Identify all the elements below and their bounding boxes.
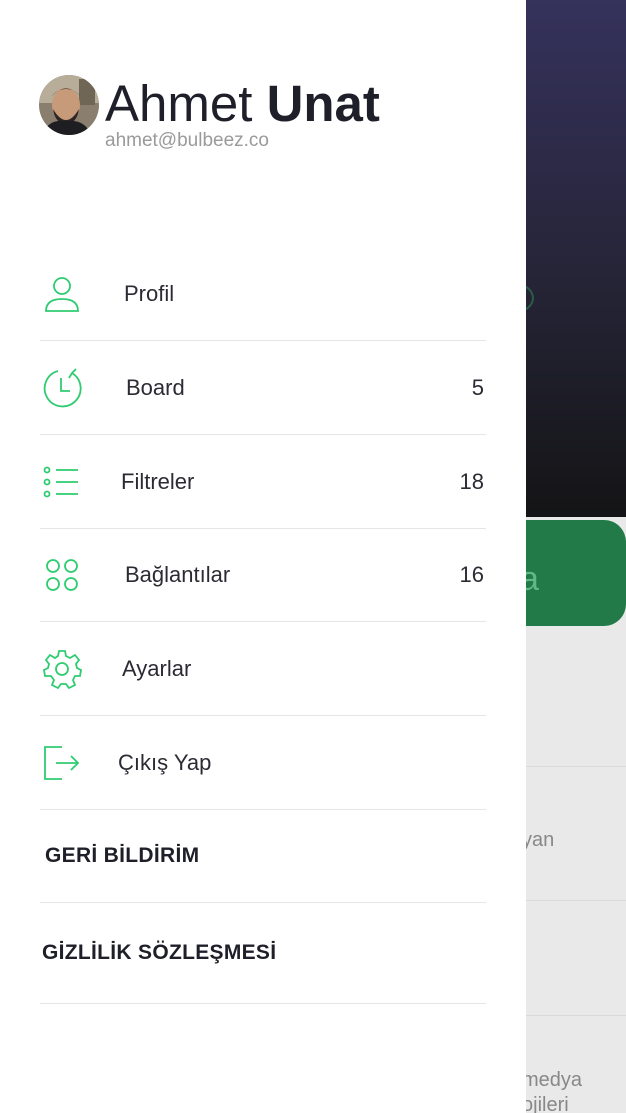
history-clock-icon <box>40 366 84 410</box>
menu-item-label: Profil <box>124 280 175 306</box>
user-last-name: Unat <box>266 75 380 132</box>
menu-item-filters[interactable]: Filtreler 18 <box>40 435 486 529</box>
menu-item-label: Filtreler <box>121 468 195 494</box>
privacy-policy-link[interactable]: GİZLİLİK SÖZLEŞMESİ <box>40 903 486 1004</box>
menu-item-connections[interactable]: Bağlantılar 16 <box>40 528 486 622</box>
background-screen: a yan medya ojileri <box>526 0 626 1113</box>
feedback-label: GERİ BİLDİRİM <box>45 844 200 867</box>
menu-item-logout[interactable]: Çıkış Yap <box>40 716 486 810</box>
menu-item-board[interactable]: Board 5 <box>40 341 486 435</box>
background-text: medya <box>526 1069 583 1091</box>
menu-item-count: 18 <box>459 468 484 494</box>
background-button-label: a <box>526 560 539 598</box>
background-divider <box>526 766 626 767</box>
privacy-policy-label: GİZLİLİK SÖZLEŞMESİ <box>42 941 277 964</box>
menu-item-label: Board <box>126 374 185 400</box>
gear-icon <box>40 647 84 691</box>
menu-item-count: 16 <box>459 561 484 587</box>
avatar[interactable] <box>39 75 99 135</box>
connections-grid-icon <box>40 553 84 597</box>
background-header <box>526 0 626 517</box>
menu-item-label: Çıkış Yap <box>118 749 212 775</box>
user-first-name: Ahmet <box>105 75 253 132</box>
background-divider <box>526 900 626 901</box>
menu-item-label: Bağlantılar <box>125 561 231 587</box>
menu-item-count: 5 <box>471 374 484 400</box>
menu-item-profile[interactable]: Profil <box>40 247 486 341</box>
feedback-link[interactable]: GERİ BİLDİRİM <box>40 810 486 903</box>
user-name: Ahmet Unat <box>105 78 380 129</box>
list-icon <box>40 460 84 504</box>
background-text: yan <box>526 829 555 851</box>
user-icon <box>40 272 84 316</box>
background-text: ojileri <box>526 1094 569 1113</box>
menu-item-label: Ayarlar <box>122 655 192 681</box>
logout-icon <box>40 741 84 785</box>
navigation-drawer: Ahmet Unat ahmet@bulbeez.co Profil Board… <box>0 0 526 1113</box>
background-green-button <box>526 520 626 626</box>
menu-item-settings[interactable]: Ayarlar <box>40 622 486 716</box>
background-divider <box>526 1015 626 1016</box>
user-email: ahmet@bulbeez.co <box>105 130 269 151</box>
